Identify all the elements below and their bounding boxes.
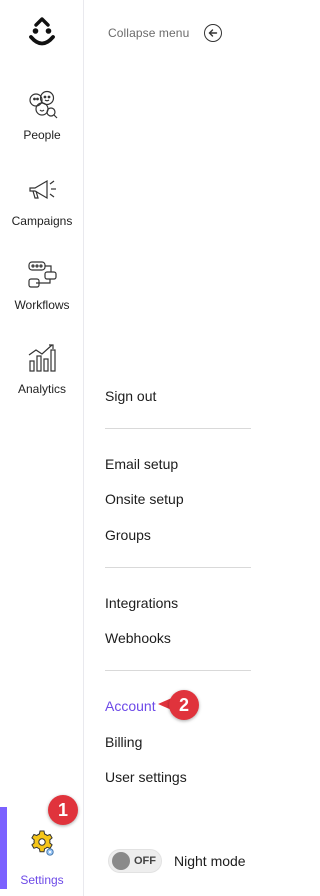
night-mode-label: Night mode	[174, 853, 246, 869]
step-badge-2: 2	[169, 690, 199, 720]
people-icon	[24, 86, 60, 122]
toggle-state: OFF	[134, 855, 156, 867]
menu-divider	[105, 670, 251, 671]
nav-label-people: People	[23, 128, 61, 142]
workflow-icon	[24, 256, 60, 292]
nav-item-analytics[interactable]: Analytics	[0, 340, 84, 414]
nav-label-workflows: Workflows	[14, 298, 70, 312]
arrow-left-icon	[204, 24, 223, 42]
menu-link-webhooks[interactable]: Webhooks	[105, 630, 171, 646]
nav-item-campaigns[interactable]: Campaigns	[0, 172, 84, 246]
smiley-logo-icon	[29, 17, 55, 46]
menu-divider	[105, 428, 251, 429]
app-root: People Campaigns Workflows Analytics Set…	[0, 0, 270, 896]
menu-link-account[interactable]: Account	[105, 698, 156, 714]
gear-icon	[24, 825, 60, 861]
menu-link-groups[interactable]: Groups	[105, 527, 151, 543]
menu-link-onsite-setup[interactable]: Onsite setup	[105, 491, 184, 507]
menu-link-sign-out[interactable]: Sign out	[105, 388, 156, 404]
nav-label-analytics: Analytics	[17, 382, 67, 396]
megaphone-icon	[24, 172, 60, 208]
toggle-knob	[112, 852, 130, 870]
night-mode-toggle[interactable]: OFF	[108, 849, 162, 873]
collapse-menu-label: Collapse menu	[108, 26, 190, 40]
left-rail: People Campaigns Workflows Analytics Set…	[0, 0, 84, 896]
night-mode-row: OFF Night mode	[108, 849, 246, 873]
menu-divider	[105, 567, 251, 568]
brand-logo[interactable]	[22, 14, 62, 54]
menu-link-email-setup[interactable]: Email setup	[105, 456, 178, 472]
menu-link-integrations[interactable]: Integrations	[105, 595, 178, 611]
step-badge-1: 1	[48, 795, 78, 825]
menu-link-billing[interactable]: Billing	[105, 734, 142, 750]
active-indicator	[0, 807, 7, 889]
nav-item-people[interactable]: People	[0, 86, 84, 160]
collapse-menu-button[interactable]: Collapse menu	[108, 24, 223, 42]
menu-link-user-settings[interactable]: User settings	[105, 769, 187, 785]
nav-label-settings: Settings	[20, 873, 64, 887]
nav-label-campaigns: Campaigns	[11, 214, 73, 228]
nav-item-workflows[interactable]: Workflows	[0, 256, 84, 330]
analytics-icon	[24, 340, 60, 376]
